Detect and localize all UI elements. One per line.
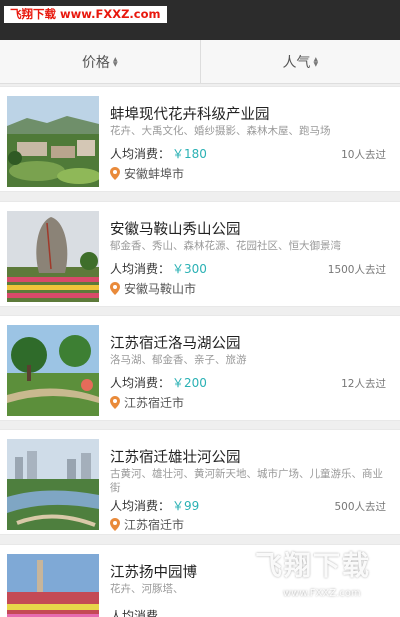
location-text: 安徽蚌埠市 [124,167,185,181]
list-item[interactable]: 安徽马鞍山秀山公园 郁金香、秀山、森林花源、花园社区、恒大御景湾 人均消费： ￥3… [0,201,400,307]
watermark-logo: 飞翔下载 www.FXXZ.com [193,540,393,612]
park-title[interactable]: 江苏扬中园博 [110,561,197,582]
list-item[interactable]: 蚌埠现代花卉科级产业园 花卉、大禹文化、婚纱摄影、森林木屋、跑马场 人均消费： ￥… [0,86,400,192]
watermark-banner: 飞翔下载 www.FXXZ.com [4,6,167,23]
location-text: 江苏宿迁市 [124,396,185,410]
sort-arrows-icon: ▲ ▼ [112,55,118,68]
price-label: 人均消费 [110,609,159,617]
visit-count: 10人去过 [341,149,386,161]
watermark-text: 飞翔下载 [255,551,371,582]
list-item[interactable]: 江苏宿迁雄壮河公园 古黄河、雄壮河、黄河新天地、城市广场、儿童游乐、商业街 人均… [0,429,400,535]
park-title[interactable]: 蚌埠现代花卉科级产业园 [110,103,270,124]
sort-arrows-icon: ▲ ▼ [313,55,319,68]
price-row: 人均消费： ￥99 [110,497,199,514]
price-value: ￥99 [172,499,200,513]
park-thumbnail [7,96,99,187]
status-bar: 飞翔下载 www.FXXZ.com [0,0,400,40]
price-row: 人均消费： ￥200 [110,374,207,391]
price-label: 人均消费： [110,147,171,161]
visit-count: 1500人去过 [327,264,386,276]
price-row: 人均消费： ￥180 [110,145,207,162]
location: 江苏宿迁市 [110,516,184,533]
park-tags: 洛马湖、郁金香、亲子、旅游 [110,354,247,366]
location-pin-icon [110,396,120,409]
park-thumbnail [7,554,99,617]
location: 江苏宿迁市 [110,394,184,411]
watermark-logo-icon [196,545,254,603]
location-text: 安徽马鞍山市 [124,282,197,296]
visit-count: 500人去过 [334,501,386,513]
sort-tab-price[interactable]: 价格 ▲ ▼ [0,40,200,83]
park-title[interactable]: 江苏宿迁雄壮河公园 [110,446,241,467]
location-pin-icon [110,282,120,295]
price-value: ￥180 [172,147,207,161]
park-tags: 古黄河、雄壮河、黄河新天地、城市广场、儿童游乐、商业街 [110,468,383,494]
park-thumbnail [7,325,99,416]
park-tags: 郁金香、秀山、森林花源、花园社区、恒大御景湾 [110,240,341,252]
location-pin-icon [110,167,120,180]
sort-tab-popularity[interactable]: 人气 ▲ ▼ [199,40,400,83]
location-pin-icon [110,518,120,531]
location: 安徽蚌埠市 [110,165,184,182]
sort-tab-label: 人气 [282,54,311,71]
park-thumbnail [7,439,99,530]
sort-tab-label: 价格 [81,54,110,71]
price-label: 人均消费： [110,376,171,390]
price-label: 人均消费： [110,499,171,513]
list-item[interactable]: 江苏宿迁洛马湖公园 洛马湖、郁金香、亲子、旅游 人均消费： ￥200 12人去过 … [0,315,400,421]
price-row: 人均消费 [110,607,158,617]
park-title[interactable]: 江苏宿迁洛马湖公园 [110,332,241,353]
price-row: 人均消费： ￥300 [110,260,207,277]
park-title[interactable]: 安徽马鞍山秀山公园 [110,218,241,239]
park-tags: 花卉、大禹文化、婚纱摄影、森林木屋、跑马场 [110,125,331,137]
sort-bar: 价格 ▲ ▼ 人气 ▲ ▼ [0,40,400,84]
price-label: 人均消费： [110,262,171,276]
location: 安徽马鞍山市 [110,280,196,297]
price-value: ￥200 [172,376,207,390]
location-text: 江苏宿迁市 [124,518,185,532]
visit-count: 12人去过 [341,378,386,390]
price-value: ￥300 [172,262,207,276]
watermark-url: www.FXXZ.com [283,588,361,599]
park-thumbnail [7,211,99,302]
